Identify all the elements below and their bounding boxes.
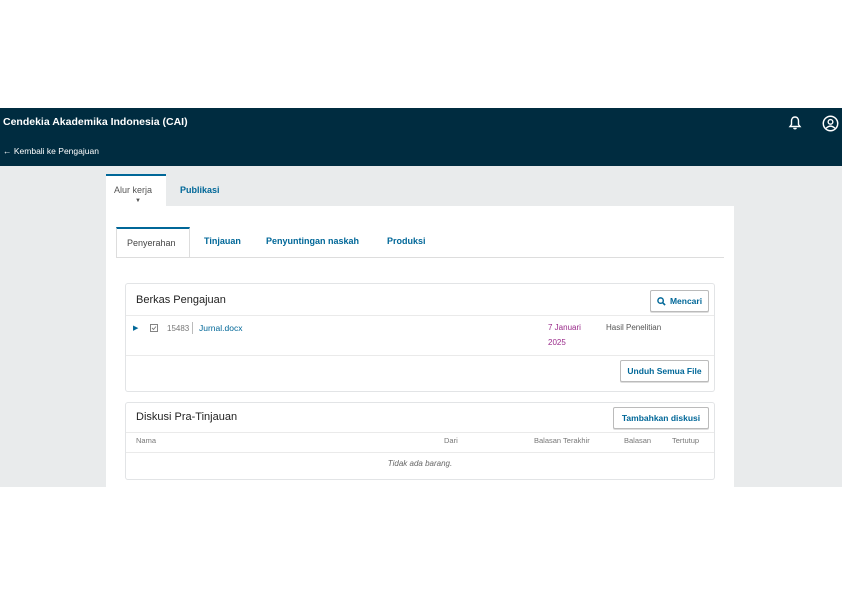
discussions-columns-divider bbox=[126, 452, 714, 453]
col-replies: Balasan bbox=[624, 436, 652, 445]
tab-review[interactable]: Tinjauan bbox=[204, 227, 241, 257]
tab-workflow[interactable]: Alur kerja ▼ bbox=[106, 174, 166, 207]
empty-message: Tidak ada barang. bbox=[387, 459, 453, 468]
col-last-reply: Balasan Terakhir bbox=[534, 436, 590, 445]
grid-header-divider bbox=[126, 315, 714, 316]
discussions-title: Diskusi Pra-Tinjauan bbox=[136, 411, 238, 423]
workflow-panel: Penyerahan Tinjauan Penyuntingan naskah … bbox=[106, 206, 734, 487]
file-component: Hasil Penelitian bbox=[606, 323, 662, 332]
site-title[interactable]: Cendekia Akademika Indonesia (CAI) bbox=[3, 116, 188, 128]
file-id: 15483 bbox=[167, 324, 190, 333]
id-separator bbox=[192, 322, 193, 334]
search-icon bbox=[657, 296, 666, 306]
file-type-icon bbox=[150, 324, 158, 334]
caret-down-icon: ▼ bbox=[135, 198, 141, 204]
download-all-files-button[interactable]: Unduh Semua File bbox=[620, 360, 709, 382]
file-date: 7 Januari 2025 bbox=[548, 323, 581, 347]
submission-files-grid: Berkas Pengajuan Mencari ▶ 15483 Jurnal.… bbox=[126, 284, 714, 391]
expand-row-icon[interactable]: ▶ bbox=[133, 324, 138, 332]
search-button-label: Mencari bbox=[669, 296, 703, 306]
col-closed: Tertutup bbox=[672, 436, 700, 445]
top-header: Cendekia Akademika Indonesia (CAI) ← Kem… bbox=[0, 108, 842, 166]
tab-copyediting[interactable]: Penyuntingan naskah bbox=[266, 227, 359, 257]
tab-publication[interactable]: Publikasi bbox=[180, 174, 220, 207]
bell-icon[interactable] bbox=[786, 114, 804, 132]
row-divider bbox=[126, 355, 714, 356]
discussions-header-row: Nama Dari Balasan Terakhir Balasan Tertu… bbox=[126, 423, 714, 453]
file-name-link[interactable]: Jurnal.docx bbox=[199, 323, 242, 333]
col-from: Dari bbox=[444, 436, 458, 445]
app-frame: Cendekia Akademika Indonesia (CAI) ← Kem… bbox=[0, 108, 842, 487]
tabs-divider bbox=[116, 257, 724, 258]
tab-production[interactable]: Produksi bbox=[387, 227, 426, 257]
tab-workflow-label: Alur kerja bbox=[114, 185, 153, 195]
tab-submission[interactable]: Penyerahan bbox=[116, 227, 190, 257]
back-to-submissions-link[interactable]: ← Kembali ke Pengajuan bbox=[3, 146, 99, 156]
search-button[interactable]: Mencari bbox=[650, 290, 709, 312]
user-icon[interactable] bbox=[821, 114, 839, 132]
submission-files-title: Berkas Pengajuan bbox=[136, 294, 226, 306]
pre-review-discussions-grid: Diskusi Pra-Tinjauan Tambahkan diskusi N… bbox=[126, 403, 714, 479]
col-name: Nama bbox=[136, 436, 157, 445]
